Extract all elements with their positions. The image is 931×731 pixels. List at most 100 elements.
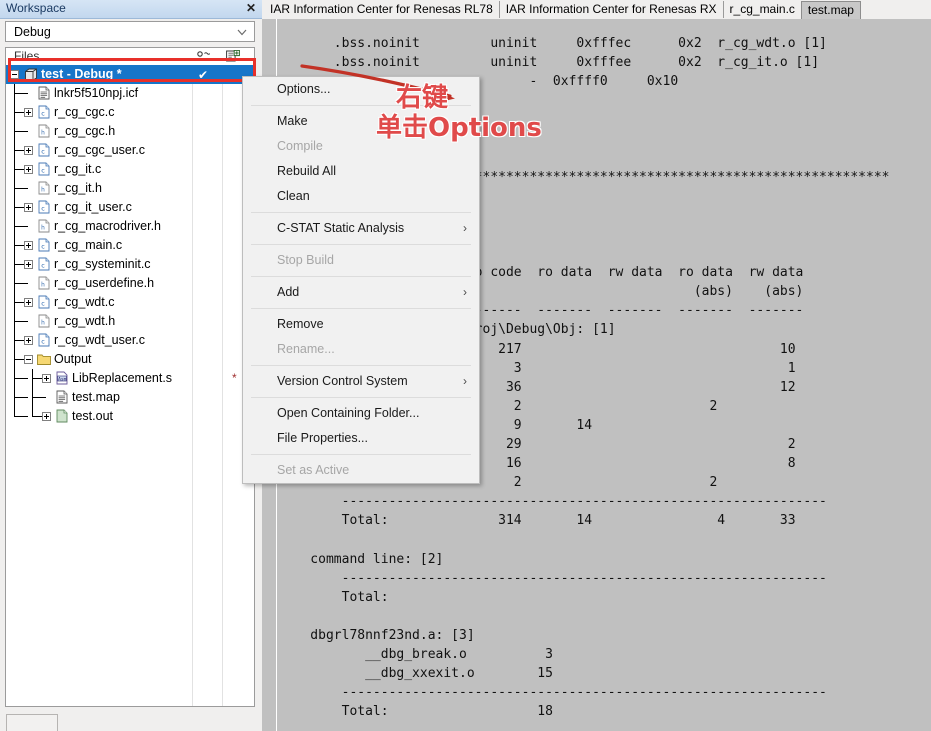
menu-item-label: Options... (277, 82, 331, 96)
tree-guide (14, 226, 28, 227)
tree-item-output[interactable]: Output (6, 350, 254, 369)
svg-text:h: h (41, 186, 45, 194)
menu-separator (251, 244, 471, 245)
menu-item-options[interactable]: Options... (243, 77, 479, 102)
editor-tabbar[interactable]: IAR Information Center for Renesas RL78 I… (262, 0, 931, 20)
svg-text:h: h (41, 319, 45, 327)
project-tree[interactable]: test - Debug * ✔ lnkr5f510npj.icf c r_cg_cgc… (6, 65, 254, 426)
expand-toggle-icon[interactable] (24, 241, 33, 250)
tree-guide (32, 407, 33, 416)
menu-item-c-stat-static-analysis[interactable]: C-STAT Static Analysis › (243, 216, 479, 241)
tree-item-libreplacement-s[interactable]: Asm LibReplacement.s * (6, 369, 254, 388)
expand-toggle-icon[interactable] (24, 298, 33, 307)
tree-guide (14, 397, 28, 398)
project-context-menu[interactable]: Options... Make Compile Rebuild All Clean C-S… (242, 76, 480, 484)
tab-test-map[interactable]: test.map (800, 1, 861, 19)
collapse-toggle-icon[interactable] (24, 355, 33, 364)
tree-item-label: test.out (72, 409, 113, 423)
menu-item-rebuild-all[interactable]: Rebuild All (243, 159, 479, 184)
c-file-icon: c (38, 257, 50, 271)
tree-item-r-cg-cgc-c[interactable]: c r_cg_cgc.c (6, 103, 254, 122)
tree-guide (14, 321, 28, 322)
tree-item-r-cg-macrodriver-h[interactable]: h r_cg_macrodriver.h (6, 217, 254, 236)
menu-item-version-control-system[interactable]: Version Control System › (243, 369, 479, 394)
menu-item-make[interactable]: Make (243, 109, 479, 134)
tree-item-test-map[interactable]: test.map (6, 388, 254, 407)
svg-text:c: c (41, 300, 45, 308)
tree-item-r-cg-cgc-user-c[interactable]: c r_cg_cgc_user.c (6, 141, 254, 160)
menu-item-label: Rebuild All (277, 164, 337, 178)
tree-item-r-cg-wdt-c[interactable]: c r_cg_wdt.c (6, 293, 254, 312)
tree-item-r-cg-it-h[interactable]: h r_cg_it.h (6, 179, 254, 198)
menu-item-label: Stop Build (277, 253, 334, 267)
collapse-toggle-icon[interactable] (10, 70, 19, 79)
expand-toggle-icon[interactable] (24, 165, 33, 174)
expand-toggle-icon[interactable] (42, 374, 51, 383)
tree-item-r-cg-userdefine-h[interactable]: h r_cg_userdefine.h (6, 274, 254, 293)
workspace-title: Workspace (6, 1, 66, 15)
svg-text:h: h (41, 129, 45, 137)
connections-icon[interactable] (196, 50, 210, 63)
folder-icon (37, 354, 51, 365)
files-header-row: Files (6, 48, 254, 65)
tree-item-label: r_cg_cgc.h (54, 124, 116, 138)
expand-toggle-icon[interactable] (24, 336, 33, 345)
menu-item-clean[interactable]: Clean (243, 184, 479, 209)
chevron-down-icon (237, 29, 247, 36)
project-build-check-icon[interactable]: ✔ (198, 68, 208, 82)
menu-separator (251, 397, 471, 398)
tab-iar-information-center-for-renesas-rl78[interactable]: IAR Information Center for Renesas RL78 (264, 1, 499, 18)
menu-item-remove[interactable]: Remove (243, 312, 479, 337)
tree-item-label: r_cg_wdt_user.c (54, 333, 146, 347)
expand-toggle-icon[interactable] (42, 412, 51, 421)
tree-item-r-cg-main-c[interactable]: c r_cg_main.c (6, 236, 254, 255)
project-cube-icon (25, 68, 37, 81)
menu-item-label: Set as Active (277, 463, 350, 477)
tree-guide (14, 416, 28, 417)
tree-item-r-cg-it-user-c[interactable]: c r_cg_it_user.c (6, 198, 254, 217)
tab-r-cg-main-c[interactable]: r_cg_main.c (722, 1, 801, 18)
tree-item-r-cg-wdt-h[interactable]: h r_cg_wdt.h (6, 312, 254, 331)
menu-item-rename: Rename... (243, 337, 479, 362)
c-file-icon: c (38, 105, 50, 119)
tree-item-r-cg-systeminit-c[interactable]: c r_cg_systeminit.c (6, 255, 254, 274)
tree-item-r-cg-wdt-user-c[interactable]: c r_cg_wdt_user.c (6, 331, 254, 350)
h-file-icon: h (38, 276, 50, 290)
tree-item-lnkr5f510npj-icf[interactable]: lnkr5f510npj.icf (6, 84, 254, 103)
expand-toggle-icon[interactable] (24, 108, 33, 117)
modified-marker: * (232, 371, 237, 385)
tree-item-label: r_cg_userdefine.h (54, 276, 155, 290)
menu-item-file-properties[interactable]: File Properties... (243, 426, 479, 451)
svg-text:c: c (41, 167, 45, 175)
close-icon[interactable]: ✕ (246, 1, 256, 15)
menu-item-label: Make (277, 114, 308, 128)
menu-separator (251, 105, 471, 106)
menu-item-open-containing-folder[interactable]: Open Containing Folder... (243, 401, 479, 426)
workspace-bottom-tab[interactable] (6, 714, 58, 731)
menu-item-label: Add (277, 285, 300, 299)
tree-item-project[interactable]: test - Debug * ✔ (6, 65, 254, 84)
configuration-dropdown[interactable]: Debug (5, 21, 255, 42)
menu-item-label: File Properties... (277, 431, 369, 445)
expand-toggle-icon[interactable] (24, 203, 33, 212)
tree-guide (14, 131, 28, 132)
tree-item-test-out[interactable]: test.out (6, 407, 254, 426)
tab-iar-information-center-for-renesas-rx[interactable]: IAR Information Center for Renesas RX (498, 1, 723, 18)
tree-item-r-cg-cgc-h[interactable]: h r_cg_cgc.h (6, 122, 254, 141)
tree-item-r-cg-it-c[interactable]: c r_cg_it.c (6, 160, 254, 179)
workspace-panel: Workspace ✕ Debug Files test - Debug * ✔… (0, 0, 262, 731)
expand-toggle-icon[interactable] (24, 146, 33, 155)
menu-item-add[interactable]: Add › (243, 280, 479, 305)
menu-item-label: Remove (277, 317, 324, 331)
h-file-icon: h (38, 219, 50, 233)
chevron-right-icon: › (463, 221, 467, 235)
menu-item-label: Compile (277, 139, 323, 153)
tree-item-label: r_cg_wdt.h (54, 314, 116, 328)
build-flags-icon[interactable] (226, 50, 240, 63)
expand-toggle-icon[interactable] (24, 260, 33, 269)
tree-item-label: Output (54, 352, 92, 366)
c-file-icon: c (38, 162, 50, 176)
menu-separator (251, 454, 471, 455)
files-tree-pane[interactable]: Files test - Debug * ✔ lnkr5f510npj.icf c r_… (5, 47, 255, 707)
c-file-icon: c (38, 295, 50, 309)
